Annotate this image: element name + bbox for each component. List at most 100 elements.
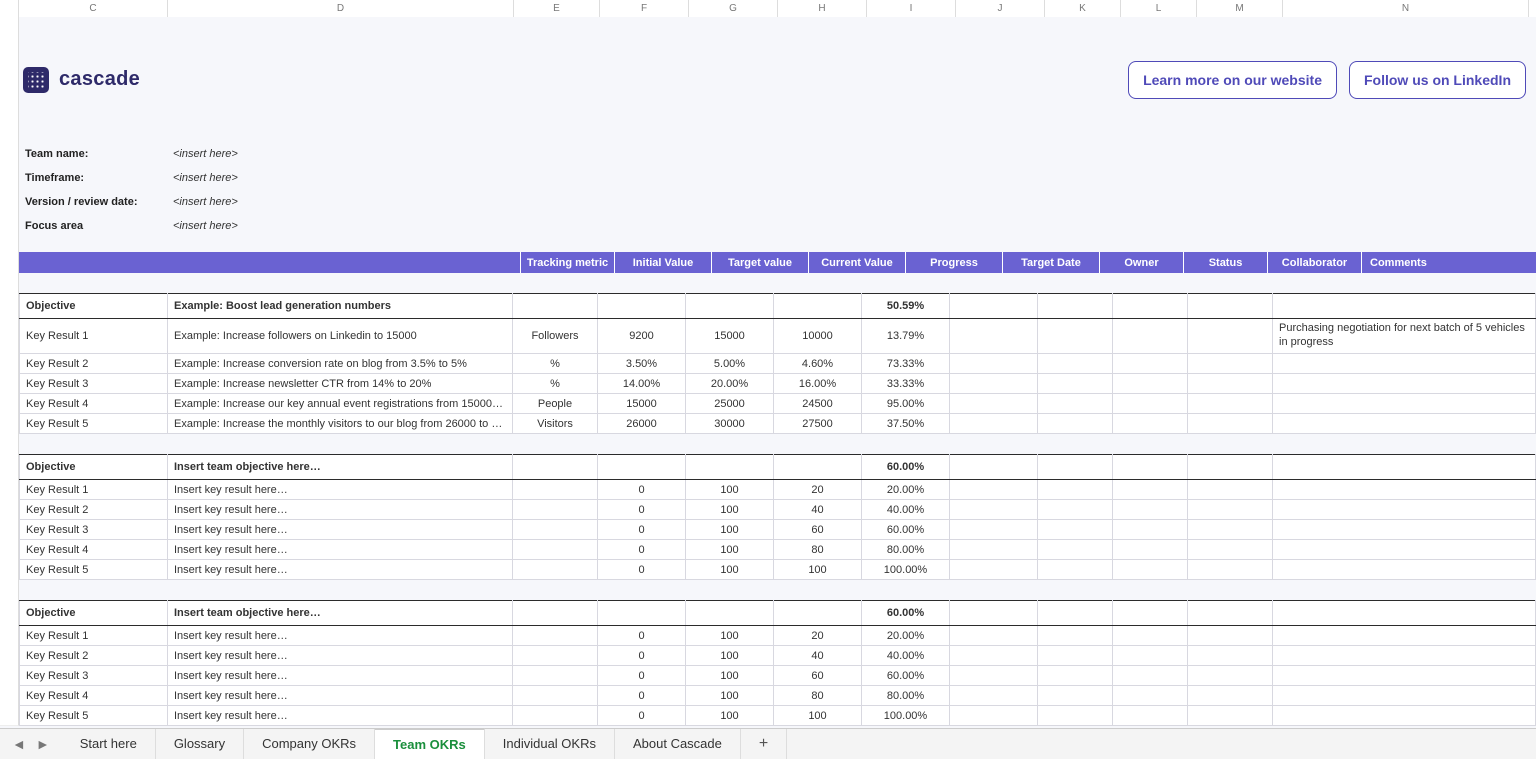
objective-row[interactable]: ObjectiveExample: Boost lead generation … xyxy=(20,294,1536,319)
kr-date[interactable] xyxy=(950,394,1038,414)
meta-value-focus[interactable]: <insert here> xyxy=(173,220,238,232)
add-sheet-button[interactable]: + xyxy=(741,729,787,759)
col-head[interactable]: I xyxy=(867,0,956,17)
col-head[interactable]: C xyxy=(19,0,168,17)
kr-metric[interactable] xyxy=(513,500,598,520)
kr-collab[interactable] xyxy=(1188,520,1273,540)
kr-date[interactable] xyxy=(950,520,1038,540)
key-result-row[interactable]: Key Result 4Insert key result here…01008… xyxy=(20,540,1536,560)
kr-target[interactable]: 30000 xyxy=(686,414,774,434)
kr-owner[interactable] xyxy=(1038,666,1113,686)
sheet-tab[interactable]: Glossary xyxy=(156,729,244,759)
key-result-row[interactable]: Key Result 1Example: Increase followers … xyxy=(20,319,1536,354)
kr-status[interactable] xyxy=(1113,414,1188,434)
kr-target[interactable]: 100 xyxy=(686,480,774,500)
kr-status[interactable] xyxy=(1113,354,1188,374)
kr-comments[interactable] xyxy=(1273,520,1536,540)
kr-desc[interactable]: Example: Increase newsletter CTR from 14… xyxy=(168,374,513,394)
objective-text[interactable]: Insert team objective here… xyxy=(168,601,513,626)
kr-status[interactable] xyxy=(1113,500,1188,520)
kr-status[interactable] xyxy=(1113,480,1188,500)
kr-owner[interactable] xyxy=(1038,560,1113,580)
kr-current[interactable]: 100 xyxy=(774,560,862,580)
key-result-row[interactable]: Key Result 1Insert key result here…01002… xyxy=(20,480,1536,500)
meta-value-team[interactable]: <insert here> xyxy=(173,148,238,160)
tab-prev-icon[interactable]: ◄ xyxy=(8,734,30,754)
kr-initial[interactable]: 0 xyxy=(598,500,686,520)
col-head[interactable]: H xyxy=(778,0,867,17)
kr-initial[interactable]: 26000 xyxy=(598,414,686,434)
kr-metric[interactable]: Visitors xyxy=(513,414,598,434)
learn-more-button[interactable]: Learn more on our website xyxy=(1128,61,1337,99)
meta-value-version[interactable]: <insert here> xyxy=(173,196,238,208)
kr-desc[interactable]: Insert key result here… xyxy=(168,626,513,646)
kr-owner[interactable] xyxy=(1038,540,1113,560)
kr-target[interactable]: 100 xyxy=(686,560,774,580)
kr-collab[interactable] xyxy=(1188,414,1273,434)
follow-linkedin-button[interactable]: Follow us on LinkedIn xyxy=(1349,61,1526,99)
kr-owner[interactable] xyxy=(1038,520,1113,540)
kr-target[interactable]: 5.00% xyxy=(686,354,774,374)
kr-owner[interactable] xyxy=(1038,319,1113,354)
kr-metric[interactable] xyxy=(513,626,598,646)
key-result-row[interactable]: Key Result 3Insert key result here…01006… xyxy=(20,520,1536,540)
kr-initial[interactable]: 0 xyxy=(598,646,686,666)
row-gutter[interactable] xyxy=(0,17,19,726)
kr-comments[interactable] xyxy=(1273,560,1536,580)
kr-target[interactable]: 100 xyxy=(686,626,774,646)
kr-comments[interactable] xyxy=(1273,706,1536,726)
kr-metric[interactable]: Followers xyxy=(513,319,598,354)
kr-current[interactable]: 10000 xyxy=(774,319,862,354)
kr-status[interactable] xyxy=(1113,666,1188,686)
kr-collab[interactable] xyxy=(1188,354,1273,374)
kr-desc[interactable]: Example: Increase followers on Linkedin … xyxy=(168,319,513,354)
kr-date[interactable] xyxy=(950,500,1038,520)
kr-status[interactable] xyxy=(1113,686,1188,706)
kr-status[interactable] xyxy=(1113,646,1188,666)
kr-target[interactable]: 100 xyxy=(686,520,774,540)
kr-current[interactable]: 40 xyxy=(774,500,862,520)
key-result-row[interactable]: Key Result 4Insert key result here…01008… xyxy=(20,686,1536,706)
key-result-row[interactable]: Key Result 2Insert key result here…01004… xyxy=(20,646,1536,666)
kr-comments[interactable] xyxy=(1273,540,1536,560)
col-head[interactable]: E xyxy=(514,0,600,17)
sheet-tab[interactable]: Start here xyxy=(62,729,156,759)
kr-comments[interactable] xyxy=(1273,666,1536,686)
kr-date[interactable] xyxy=(950,646,1038,666)
key-result-row[interactable]: Key Result 2Insert key result here…01004… xyxy=(20,500,1536,520)
col-head[interactable]: D xyxy=(168,0,514,17)
kr-desc[interactable]: Insert key result here… xyxy=(168,706,513,726)
kr-metric[interactable] xyxy=(513,480,598,500)
kr-date[interactable] xyxy=(950,686,1038,706)
kr-desc[interactable]: Insert key result here… xyxy=(168,480,513,500)
kr-comments[interactable] xyxy=(1273,686,1536,706)
kr-target[interactable]: 100 xyxy=(686,706,774,726)
kr-target[interactable]: 100 xyxy=(686,686,774,706)
kr-target[interactable]: 100 xyxy=(686,500,774,520)
kr-current[interactable]: 60 xyxy=(774,520,862,540)
kr-date[interactable] xyxy=(950,560,1038,580)
key-result-row[interactable]: Key Result 5Insert key result here…01001… xyxy=(20,560,1536,580)
sheet-tab[interactable]: Team OKRs xyxy=(375,728,485,759)
kr-initial[interactable]: 0 xyxy=(598,540,686,560)
kr-owner[interactable] xyxy=(1038,374,1113,394)
key-result-row[interactable]: Key Result 4Example: Increase our key an… xyxy=(20,394,1536,414)
kr-target[interactable]: 25000 xyxy=(686,394,774,414)
kr-owner[interactable] xyxy=(1038,646,1113,666)
kr-status[interactable] xyxy=(1113,626,1188,646)
sheet-tab[interactable]: Individual OKRs xyxy=(485,729,615,759)
kr-comments[interactable] xyxy=(1273,500,1536,520)
kr-desc[interactable]: Insert key result here… xyxy=(168,686,513,706)
kr-initial[interactable]: 0 xyxy=(598,706,686,726)
kr-collab[interactable] xyxy=(1188,626,1273,646)
kr-target[interactable]: 100 xyxy=(686,666,774,686)
kr-status[interactable] xyxy=(1113,520,1188,540)
kr-comments[interactable] xyxy=(1273,626,1536,646)
kr-target[interactable]: 15000 xyxy=(686,319,774,354)
kr-date[interactable] xyxy=(950,414,1038,434)
kr-metric[interactable] xyxy=(513,706,598,726)
kr-metric[interactable]: % xyxy=(513,354,598,374)
kr-date[interactable] xyxy=(950,480,1038,500)
kr-status[interactable] xyxy=(1113,706,1188,726)
select-all-corner[interactable] xyxy=(0,0,19,17)
